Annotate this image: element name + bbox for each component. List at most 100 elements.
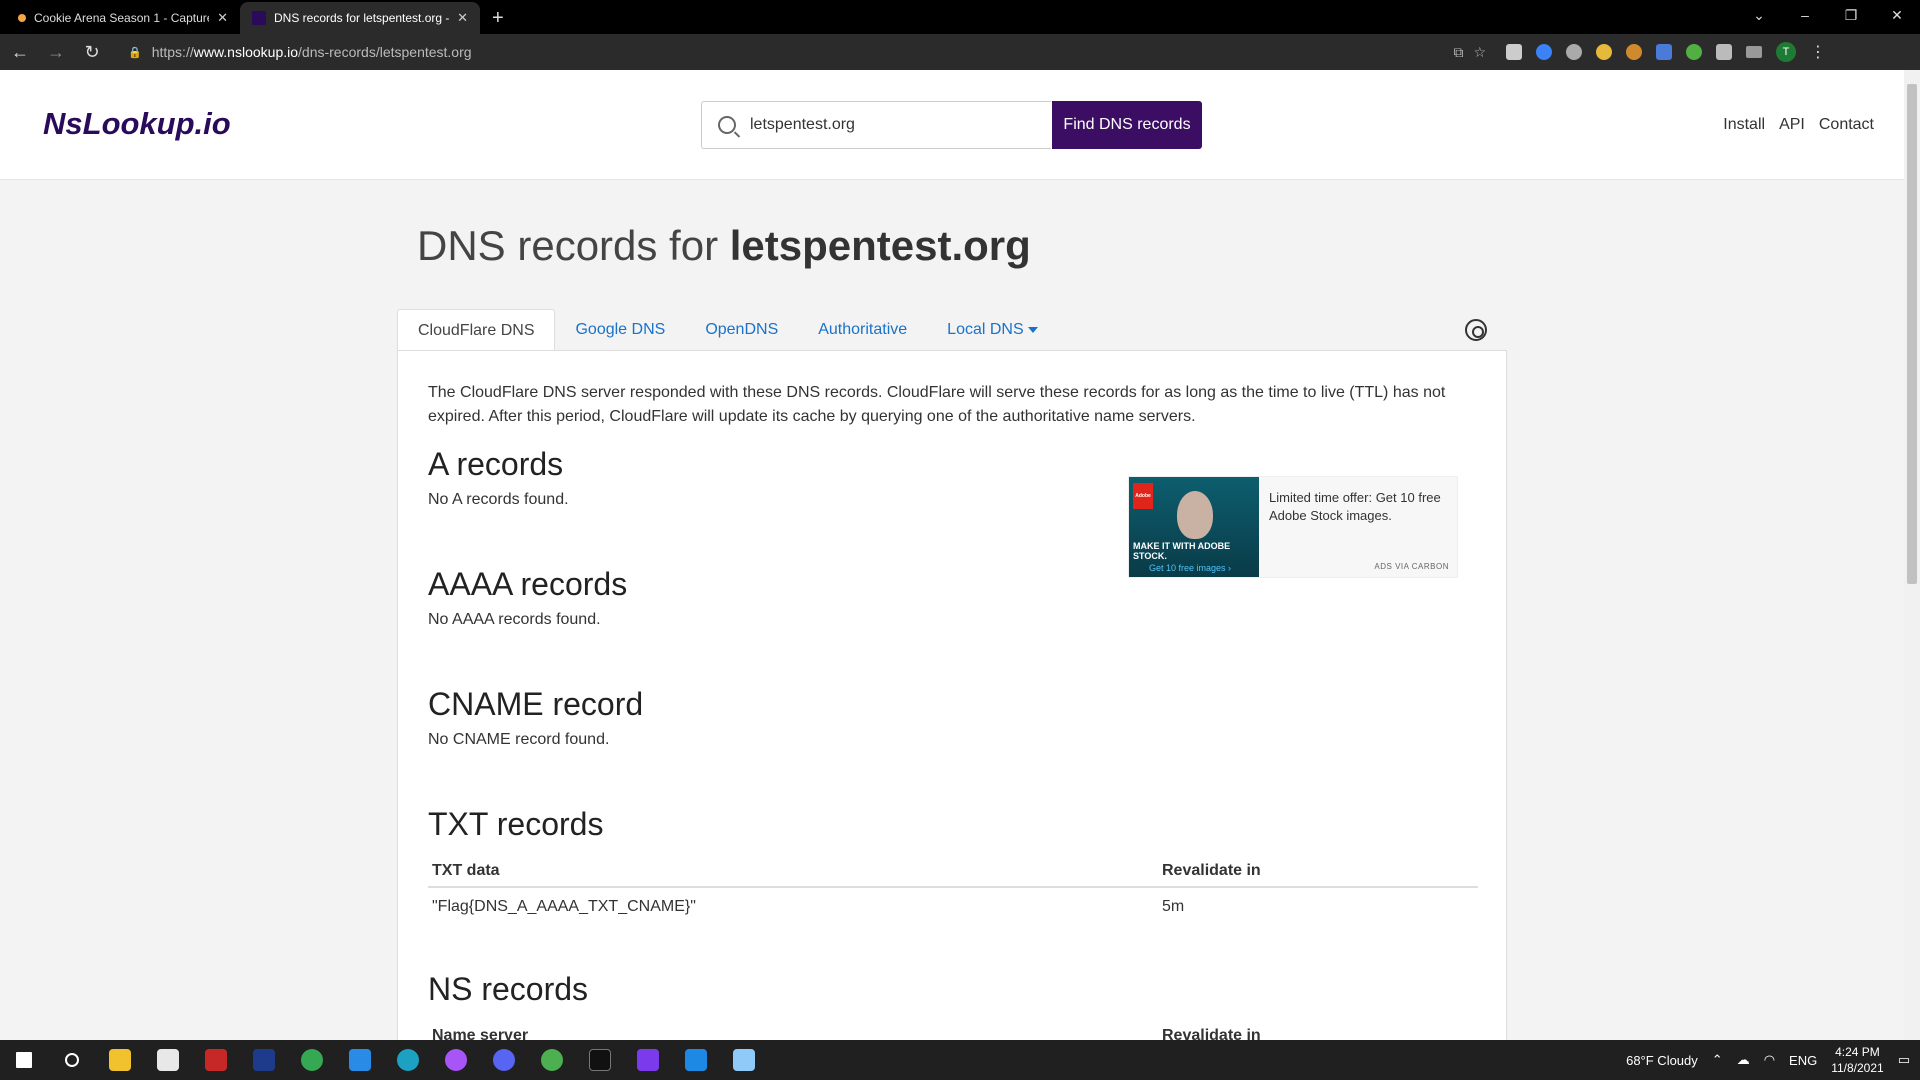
ad-via-label[interactable]: ADS VIA CARBON — [1374, 562, 1449, 571]
scrollbar-thumb[interactable] — [1907, 84, 1917, 584]
vscode-icon[interactable] — [336, 1040, 384, 1080]
table-header-row: TXT data Revalidate in — [428, 856, 1478, 888]
revalidate-cell: 5m — [1162, 898, 1185, 915]
chevron-up-icon[interactable]: ⌃ — [1712, 1052, 1723, 1068]
language-indicator[interactable]: ENG — [1789, 1053, 1817, 1068]
page-title-domain: letspentest.org — [729, 222, 1031, 269]
close-window-button[interactable]: ✕ — [1874, 0, 1920, 30]
messenger-icon[interactable] — [432, 1040, 480, 1080]
site-logo[interactable]: NsLookup.io — [43, 106, 231, 142]
app-icon[interactable] — [624, 1040, 672, 1080]
clock-date: 11/8/2021 — [1831, 1061, 1884, 1075]
aaaa-records-empty: No AAAA records found. — [428, 611, 601, 628]
chrome-icon[interactable] — [288, 1040, 336, 1080]
tab-local-dns[interactable]: Local DNS — [927, 309, 1057, 351]
carbon-ad[interactable]: Adobe MAKE IT WITH ADOBE STOCK. Get 10 f… — [1128, 476, 1458, 578]
ad-image-tagline: MAKE IT WITH ADOBE STOCK. — [1133, 541, 1231, 561]
tab-cloudflare-dns[interactable]: CloudFlare DNS — [397, 309, 556, 351]
find-dns-records-button[interactable]: Find DNS records — [1052, 101, 1202, 149]
tab-authoritative[interactable]: Authoritative — [798, 309, 927, 351]
coccoc-icon[interactable] — [528, 1040, 576, 1080]
cookie-extension-icon[interactable] — [1626, 44, 1642, 60]
col-revalidate: Revalidate in — [1158, 856, 1478, 888]
notifications-icon[interactable]: ▭ — [1898, 1052, 1910, 1068]
tab-google-dns[interactable]: Google DNS — [555, 309, 685, 351]
browser-tab[interactable]: Cookie Arena Season 1 - Capture ✕ — [0, 2, 240, 34]
reload-button[interactable]: ↻ — [76, 36, 108, 68]
taskbar-search-icon[interactable] — [48, 1040, 96, 1080]
tab-opendns[interactable]: OpenDNS — [685, 309, 798, 351]
terminal-icon[interactable] — [576, 1040, 624, 1080]
aaaa-records-section: AAAA records No AAAA records found. — [428, 566, 627, 629]
table-row: "Flag{DNS_A_AAAA_TXT_CNAME}" 5m — [428, 887, 1478, 926]
url-bar[interactable]: 🔒 https:// www.nslookup.io /dns-records/… — [114, 38, 1494, 66]
tab-search-icon[interactable]: ⌄ — [1736, 0, 1782, 30]
ad-image[interactable]: Adobe MAKE IT WITH ADOBE STOCK. Get 10 f… — [1129, 477, 1259, 577]
clock[interactable]: 4:24 PM 11/8/2021 — [1831, 1044, 1884, 1076]
app-icon[interactable] — [192, 1040, 240, 1080]
adobe-logo-icon: Adobe — [1133, 483, 1153, 509]
a-records-section: A records No A records found. — [428, 446, 569, 509]
forward-button[interactable]: → — [40, 36, 72, 68]
paint-icon[interactable] — [720, 1040, 768, 1080]
system-tray: 68°F Cloudy ⌃ ☁ ◠ ENG 4:24 PM 11/8/2021 … — [1626, 1040, 1910, 1080]
nav-install[interactable]: Install — [1723, 116, 1765, 134]
reading-list-icon[interactable] — [1746, 46, 1762, 58]
restore-button[interactable]: ❐ — [1828, 0, 1874, 30]
gear-extension-icon[interactable] — [1566, 44, 1582, 60]
windows-start-icon[interactable] — [0, 1040, 48, 1080]
resolver-tabs: CloudFlare DNS Google DNS OpenDNS Author… — [397, 309, 1507, 351]
txt-records-heading: TXT records — [428, 806, 604, 842]
address-toolbar: ← → ↻ 🔒 https:// www.nslookup.io /dns-re… — [0, 34, 1920, 70]
nav-api[interactable]: API — [1779, 116, 1805, 134]
j-extension-icon[interactable] — [1536, 44, 1552, 60]
ns-records-heading: NS records — [428, 971, 589, 1007]
txt-records-table: TXT data Revalidate in "Flag{DNS_A_AAAA_… — [428, 856, 1478, 926]
tab-local-dns-label: Local DNS — [947, 321, 1024, 338]
page-scrollbar[interactable] — [1904, 70, 1920, 1040]
onedrive-icon[interactable]: ☁ — [1737, 1052, 1750, 1068]
ad-image-subtext: Get 10 free images › — [1149, 563, 1232, 573]
puzzle-icon[interactable] — [1716, 44, 1732, 60]
translate-extension-icon[interactable] — [1656, 44, 1672, 60]
menu-kebab-icon[interactable]: ⋮ — [1810, 42, 1826, 62]
search-box — [701, 101, 1051, 149]
domain-search-input[interactable] — [750, 116, 1030, 134]
bookmark-star-icon[interactable]: ☆ — [1473, 44, 1486, 61]
txt-records-section: TXT records — [428, 806, 603, 843]
browser-tab-bar: Cookie Arena Season 1 - Capture ✕ DNS re… — [0, 0, 1920, 34]
browser-tab-active[interactable]: DNS records for letspentest.org - ✕ — [240, 2, 480, 34]
aaaa-records-heading: AAAA records — [428, 566, 628, 602]
wifi-icon[interactable]: ◠ — [1764, 1052, 1775, 1068]
settings-gear-icon[interactable] — [1465, 319, 1487, 341]
weather-widget[interactable]: 68°F Cloudy — [1626, 1053, 1698, 1068]
discord-icon[interactable] — [480, 1040, 528, 1080]
dev-app-icon[interactable] — [240, 1040, 288, 1080]
url-bar-actions: ⧉ ☆ — [1453, 44, 1494, 61]
col-txt-data: TXT data — [428, 856, 1158, 888]
favicon-icon — [18, 14, 26, 22]
chrome-extension-icon[interactable] — [1596, 44, 1612, 60]
minimize-button[interactable]: – — [1782, 0, 1828, 30]
shield-extension-icon[interactable] — [1506, 44, 1522, 60]
close-tab-icon[interactable]: ✕ — [217, 10, 228, 26]
a-records-empty: No A records found. — [428, 491, 569, 508]
nav-contact[interactable]: Contact — [1819, 116, 1874, 134]
edge-icon[interactable] — [384, 1040, 432, 1080]
virtualbox-icon[interactable] — [672, 1040, 720, 1080]
plus-extension-icon[interactable] — [1686, 44, 1702, 60]
translate-icon[interactable]: ⧉ — [1453, 44, 1463, 61]
new-tab-button[interactable]: + — [480, 2, 516, 34]
snipping-tool-icon[interactable] — [144, 1040, 192, 1080]
profile-avatar[interactable]: T — [1776, 42, 1796, 62]
cname-record-empty: No CNAME record found. — [428, 731, 610, 748]
clock-time: 4:24 PM — [1835, 1045, 1880, 1059]
back-button[interactable]: ← — [4, 36, 36, 68]
records-panel: The CloudFlare DNS server responded with… — [397, 350, 1507, 1050]
windows-taskbar: 68°F Cloudy ⌃ ☁ ◠ ENG 4:24 PM 11/8/2021 … — [0, 1040, 1920, 1080]
close-tab-icon[interactable]: ✕ — [457, 10, 468, 26]
page-title-prefix: DNS records for — [417, 222, 730, 269]
page-title: DNS records for letspentest.org — [417, 222, 1031, 270]
url-path: /dns-records/letspentest.org — [298, 44, 472, 60]
file-explorer-icon[interactable] — [96, 1040, 144, 1080]
